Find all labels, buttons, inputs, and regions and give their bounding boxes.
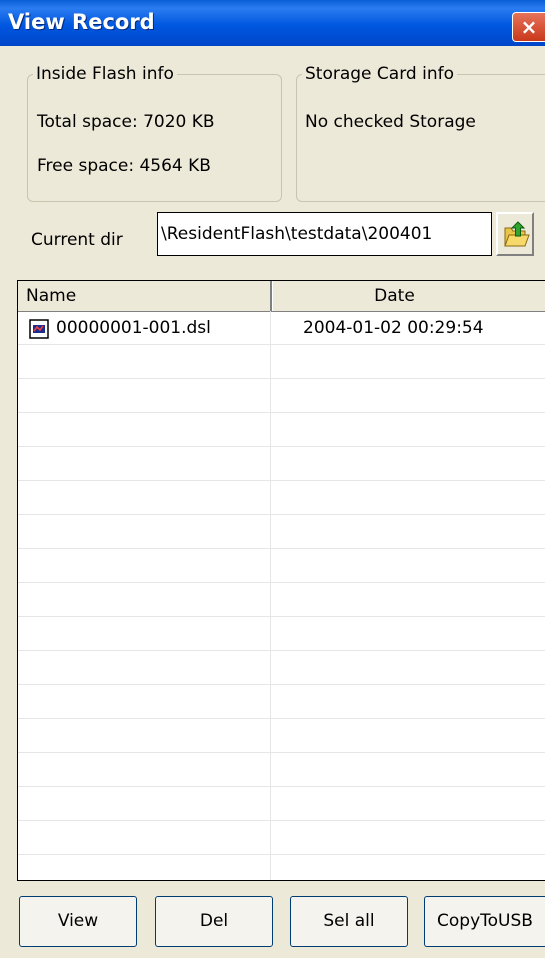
file-list[interactable]: Name Date 00000001-001.dsl 2004-01-02 00… bbox=[17, 280, 545, 881]
current-dir-field[interactable]: \ResidentFlash\testdata\200401 bbox=[157, 212, 492, 256]
view-button[interactable]: View bbox=[19, 896, 137, 947]
empty-row bbox=[18, 617, 545, 651]
empty-row bbox=[18, 447, 545, 481]
inside-flash-group bbox=[27, 74, 282, 202]
folder-up-icon bbox=[504, 221, 530, 247]
storage-status-text: No checked Storage bbox=[305, 112, 476, 132]
title-bar: View Record × bbox=[0, 0, 545, 46]
empty-row bbox=[18, 345, 545, 379]
empty-row bbox=[18, 787, 545, 821]
empty-row bbox=[18, 685, 545, 719]
sel-all-button[interactable]: Sel all bbox=[290, 896, 408, 947]
list-item[interactable]: 00000001-001.dsl 2004-01-02 00:29:54 bbox=[18, 311, 545, 345]
file-icon bbox=[29, 319, 49, 339]
list-rows: 00000001-001.dsl 2004-01-02 00:29:54 bbox=[18, 311, 545, 880]
del-button[interactable]: Del bbox=[155, 896, 273, 947]
column-header-date[interactable]: Date bbox=[272, 281, 545, 311]
empty-row bbox=[18, 855, 545, 880]
total-space-text: Total space: 7020 KB bbox=[37, 112, 215, 132]
empty-row bbox=[18, 753, 545, 787]
folder-up-button[interactable] bbox=[496, 212, 534, 256]
empty-row bbox=[18, 549, 545, 583]
window-title: View Record bbox=[8, 10, 155, 34]
empty-row bbox=[18, 583, 545, 617]
free-space-text: Free space: 4564 KB bbox=[37, 156, 211, 176]
close-icon[interactable]: × bbox=[512, 12, 545, 42]
current-dir-label: Current dir bbox=[31, 230, 123, 250]
storage-card-label: Storage Card info bbox=[302, 64, 457, 84]
copy-to-usb-button[interactable]: CopyToUSB bbox=[424, 896, 545, 947]
empty-row bbox=[18, 481, 545, 515]
empty-row bbox=[18, 821, 545, 855]
file-name: 00000001-001.dsl bbox=[56, 318, 211, 338]
file-date: 2004-01-02 00:29:54 bbox=[303, 318, 484, 338]
empty-row bbox=[18, 413, 545, 447]
storage-card-group bbox=[296, 74, 545, 202]
column-header-name[interactable]: Name bbox=[18, 281, 272, 311]
empty-row bbox=[18, 379, 545, 413]
empty-row bbox=[18, 651, 545, 685]
empty-row bbox=[18, 719, 545, 753]
inside-flash-label: Inside Flash info bbox=[33, 64, 177, 84]
empty-row bbox=[18, 515, 545, 549]
list-header: Name Date bbox=[18, 281, 545, 312]
